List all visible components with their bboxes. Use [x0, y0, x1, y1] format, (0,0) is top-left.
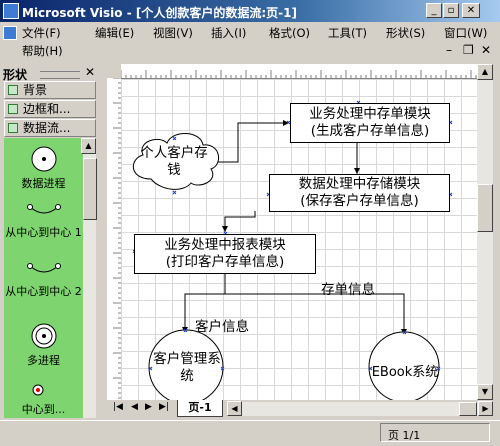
- shape-label: 中心到...: [21, 403, 66, 416]
- customer-mgmt-label: 客户管理系统: [153, 351, 221, 384]
- vertical-ruler: [107, 78, 122, 400]
- menu-insert[interactable]: 插入(I): [211, 25, 246, 41]
- stencil-label: 背景: [23, 83, 48, 97]
- drawing-horizontal-scrollbar[interactable]: ◀ ▶: [227, 401, 493, 416]
- ebook-label: EBook系统: [371, 365, 439, 380]
- report-module-subtitle: (打印客户存单信息): [165, 254, 285, 270]
- visio-app-icon[interactable]: [3, 3, 19, 19]
- menu-tools[interactable]: 工具(T): [328, 25, 367, 41]
- stencil-icon: [8, 104, 18, 114]
- stencil-body: 数据进程 从中心到中心 1 从中心到中心 2 多进程 中心到...: [4, 138, 83, 418]
- scroll-down-icon[interactable]: ▼: [477, 384, 493, 400]
- page-tab-1[interactable]: 页-1: [177, 400, 223, 417]
- next-page-icon[interactable]: ▶: [145, 402, 152, 412]
- shape-label: 从中心到中心 1: [5, 226, 82, 239]
- menu-edit[interactable]: 编辑(E): [95, 25, 134, 41]
- shape-multiple-process[interactable]: 多进程: [4, 321, 83, 367]
- scroll-thumb[interactable]: [477, 184, 493, 232]
- stencil-icon: [8, 85, 18, 95]
- doc-restore-button[interactable]: ❐: [463, 43, 474, 57]
- stencil-label: 数据流...: [23, 121, 71, 135]
- shape-center-to-center-2[interactable]: 从中心到中心 2: [4, 260, 83, 298]
- page-indicator: 页 1/1: [388, 429, 421, 442]
- order-module-title: 业务处理中存单模块: [309, 106, 431, 122]
- menu-format[interactable]: 格式(O): [269, 25, 310, 41]
- shape-center-to-partial[interactable]: 中心到...: [4, 378, 83, 416]
- prev-page-icon[interactable]: ◀: [131, 402, 138, 412]
- drawing-canvas[interactable]: 业务处理中存单模块 (生成客户存单信息) 个人客户存钱 数据处理中存储模块 (保…: [121, 79, 477, 400]
- shapes-pane: 形状 ✕ 背景 边框和... 数据流... 数据进程 从中心到中心 1 从中心到…: [0, 63, 100, 420]
- title-bar: Microsoft Visio - [个人创款客户的数据流:页-1] _ ▫ ✕: [0, 0, 500, 22]
- page-tab-bar: |◀ ◀ ▶ ▶| 页-1 ◀ ▶: [107, 400, 493, 418]
- scroll-thumb[interactable]: [83, 158, 97, 220]
- restore-button[interactable]: ▫: [443, 3, 459, 18]
- stencil-label: 边框和...: [23, 102, 71, 116]
- menu-help[interactable]: 帮助(H): [22, 43, 63, 59]
- shape-label: 数据进程: [21, 177, 66, 190]
- minimize-button[interactable]: _: [426, 3, 442, 18]
- scroll-up-icon[interactable]: ▲: [81, 138, 96, 154]
- scroll-left-icon[interactable]: ◀: [227, 401, 242, 416]
- deposit-info-label: 存单信息: [321, 282, 375, 298]
- menu-file[interactable]: 文件(F): [22, 25, 61, 41]
- storage-module-title: 数据处理中存储模块: [298, 176, 421, 192]
- shape-label: 多进程: [27, 354, 60, 367]
- customer-info-label: 客户信息: [195, 319, 249, 335]
- connector-curve-icon: [26, 204, 61, 214]
- connector-cloud-to-order[interactable]: [218, 120, 289, 163]
- shape-data-process[interactable]: 数据进程: [4, 144, 83, 190]
- stencil-tab-background[interactable]: 背景: [4, 81, 96, 99]
- ruler-ticks: [121, 70, 477, 78]
- drawing-vertical-scrollbar[interactable]: ▲ ▼: [477, 64, 493, 400]
- storage-module-subtitle: (保存客户存单信息): [300, 193, 419, 209]
- multiple-process-icon: [31, 323, 56, 349]
- stencil-tab-dataflow[interactable]: 数据流...: [4, 119, 96, 137]
- connector-report-to-ebook[interactable]: [225, 293, 407, 335]
- order-module-box[interactable]: 业务处理中存单模块 (生成客户存单信息): [290, 103, 450, 143]
- menu-view[interactable]: 视图(V): [153, 25, 193, 41]
- close-button[interactable]: ✕: [462, 3, 480, 18]
- menu-shape[interactable]: 形状(S): [386, 25, 425, 41]
- connector-red-dot-icon: [32, 384, 43, 396]
- document-icon[interactable]: [3, 26, 17, 40]
- shape-label: 从中心到中心 2: [5, 285, 82, 298]
- ruler-ticks: [113, 78, 121, 399]
- shapes-pane-scrollbar[interactable]: ▲: [81, 138, 97, 418]
- connector-storage-to-report[interactable]: [222, 211, 256, 232]
- stencil-tab-borders[interactable]: 边框和...: [4, 100, 96, 118]
- data-process-icon: [31, 146, 56, 172]
- pane-grip[interactable]: [40, 71, 80, 79]
- ruler-corner[interactable]: [107, 64, 122, 79]
- close-icon[interactable]: ✕: [85, 65, 95, 79]
- customer-cloud-label: 个人客户存钱: [140, 145, 208, 178]
- menu-bar: 文件(F) 编辑(E) 视图(V) 插入(I) 格式(O) 工具(T) 形状(S…: [0, 22, 500, 62]
- scroll-up-icon[interactable]: ▲: [477, 64, 493, 80]
- scroll-right-icon[interactable]: ▶: [478, 401, 493, 416]
- shape-center-to-center-1[interactable]: 从中心到中心 1: [4, 201, 83, 239]
- doc-minimize-button[interactable]: –: [446, 43, 452, 57]
- status-bar: 页 1/1: [0, 420, 500, 446]
- doc-close-button[interactable]: ✕: [481, 43, 491, 57]
- stencil-icon: [8, 123, 18, 133]
- window-title: Microsoft Visio - [个人创款客户的数据流:页-1]: [22, 6, 297, 20]
- menu-window[interactable]: 窗口(W): [444, 25, 487, 41]
- connector-curve-icon: [26, 263, 61, 273]
- storage-module-box[interactable]: 数据处理中存储模块 (保存客户存单信息): [269, 174, 450, 212]
- horizontal-ruler: [121, 64, 477, 79]
- first-page-icon[interactable]: |◀: [113, 402, 123, 412]
- report-module-title: 业务处理中报表模块: [164, 237, 286, 253]
- last-page-icon[interactable]: ▶|: [159, 402, 169, 412]
- scroll-thumb[interactable]: [459, 402, 477, 416]
- report-module-box[interactable]: 业务处理中报表模块 (打印客户存单信息): [134, 234, 316, 274]
- order-module-subtitle: (生成客户存单信息): [310, 123, 430, 139]
